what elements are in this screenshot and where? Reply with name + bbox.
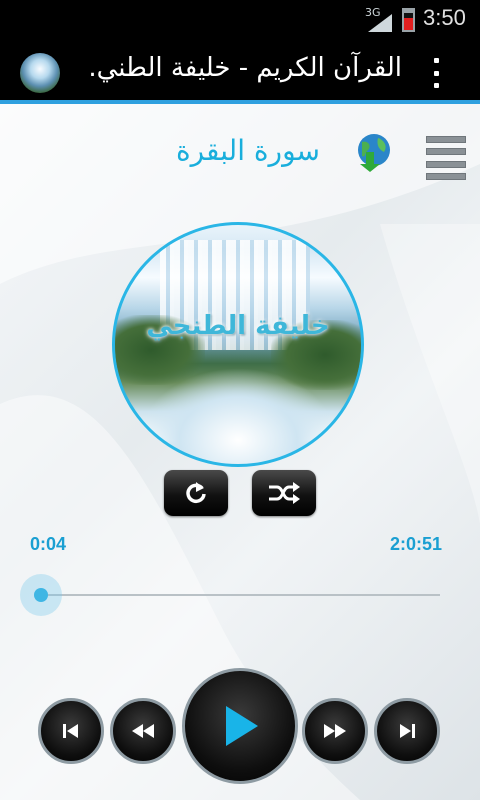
skip-previous-icon (63, 724, 78, 738)
signal-icon (368, 14, 392, 32)
status-bar: 3G 3:50 (0, 0, 480, 38)
skip-next-icon (400, 724, 415, 738)
rewind-icon (132, 724, 154, 738)
next-button[interactable] (374, 698, 440, 764)
battery-icon (402, 8, 415, 32)
play-icon (226, 706, 258, 746)
repeat-icon (186, 482, 206, 504)
app-title: القرآن الكريم - خليفة الطني. (88, 53, 402, 83)
cover-caption: خليفة الطنجي (146, 311, 330, 341)
album-cover: خليفة الطنجي (112, 222, 364, 467)
total-time: 2:0:51 (390, 534, 443, 554)
shuffle-icon (269, 482, 300, 504)
repeat-button[interactable] (164, 470, 228, 516)
overflow-menu-icon[interactable] (428, 58, 444, 88)
surah-title: سورة البقرة (175, 134, 320, 167)
rewind-button[interactable] (110, 698, 176, 764)
action-bar: القرآن الكريم - خليفة الطني. (0, 38, 480, 104)
elapsed-time: 0:04 (30, 534, 67, 554)
clock: 3:50 (423, 5, 466, 30)
previous-button[interactable] (38, 698, 104, 764)
player-screen: سورة البقرة خليفة الطنجي 0:04 2:0:51 (0, 104, 480, 800)
shuffle-button[interactable] (252, 470, 316, 516)
globe-download-icon[interactable] (350, 132, 394, 176)
fast-forward-icon (324, 724, 346, 738)
play-button[interactable] (182, 668, 298, 784)
seek-bar[interactable] (40, 594, 440, 596)
seek-thumb[interactable] (20, 574, 62, 616)
fast-forward-button[interactable] (302, 698, 368, 764)
app-logo-icon[interactable] (20, 53, 60, 93)
menu-icon[interactable] (426, 136, 466, 180)
